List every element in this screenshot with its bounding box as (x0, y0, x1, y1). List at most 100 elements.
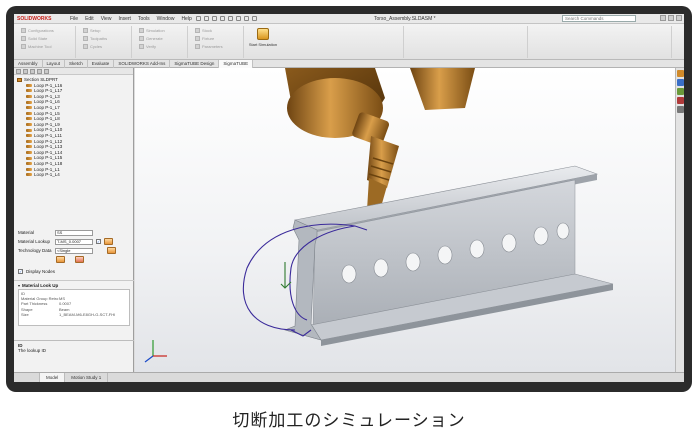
ribbon-group-2: Setup Toolpaths Cycles (80, 26, 132, 58)
ribbon-button[interactable]: Parameters (195, 43, 243, 50)
ribbon-button[interactable]: Solid State (21, 35, 75, 42)
dim-expert-icon[interactable] (37, 69, 42, 74)
lookup-checkbox[interactable]: ✓ (96, 239, 101, 244)
tree-item[interactable]: Loop P-1_L4 (17, 172, 130, 178)
menu-help[interactable]: Help (181, 16, 191, 22)
tab-addins[interactable]: SOLIDWORKS Add-Ins (114, 60, 171, 68)
nav-arrows[interactable] (14, 373, 40, 382)
menu-edit[interactable]: Edit (85, 16, 94, 22)
app-window: SOLIDWORKS File Edit View Insert Tools W… (14, 14, 684, 382)
display-nodes-checkbox[interactable]: ✓ (18, 269, 23, 274)
view-palette-icon[interactable] (677, 97, 684, 104)
technology-button[interactable] (107, 247, 116, 254)
appearances-icon[interactable] (677, 106, 684, 113)
tab-model[interactable]: Model (40, 373, 66, 382)
apply-button[interactable] (56, 256, 65, 263)
ribbon-group-6 (408, 26, 528, 58)
design-library-icon[interactable] (677, 79, 684, 86)
ribbon-button[interactable]: Machine Tool (21, 43, 75, 50)
document-title: Torso_Assembly.SLDASM * (374, 16, 436, 22)
monitor-frame: SOLIDWORKS File Edit View Insert Tools W… (6, 6, 692, 392)
loop-icon (26, 111, 32, 115)
tab-layout[interactable]: Layout (43, 60, 66, 68)
feature-tree-icon[interactable] (16, 69, 21, 74)
material-row: Material SS (14, 228, 134, 237)
cycle-icon (83, 44, 88, 49)
resources-icon[interactable] (677, 70, 684, 77)
tab-motion-study[interactable]: Motion Study 1 (65, 373, 109, 382)
display-manager-icon[interactable] (44, 69, 49, 74)
open-file-icon[interactable] (204, 16, 209, 21)
options-icon[interactable] (252, 16, 257, 21)
menu-insert[interactable]: Insert (118, 16, 131, 22)
ribbon-button[interactable]: Cycles (83, 43, 131, 50)
property-manager-icon[interactable] (23, 69, 28, 74)
new-file-icon[interactable] (196, 16, 201, 21)
loop-icon (26, 117, 32, 121)
toolpath-icon (83, 36, 88, 41)
solid-icon (21, 36, 26, 41)
lookup-header[interactable]: ▾ Material Look Up (14, 281, 134, 289)
rebuild-icon[interactable] (244, 16, 249, 21)
print-icon[interactable] (220, 16, 225, 21)
tab-sketch[interactable]: Sketch (65, 60, 88, 68)
tab-evaluate[interactable]: Evaluate (88, 60, 115, 68)
material-lookup-section: ▾ Material Look Up ID Material Group Retr… (14, 280, 134, 326)
menu-view[interactable]: View (101, 16, 112, 22)
ribbon-button[interactable]: Fixture (195, 35, 243, 42)
ribbon-button[interactable]: Stock (195, 27, 243, 34)
loop-icon (26, 156, 32, 160)
fixture-icon (195, 36, 200, 41)
ribbon-button[interactable]: Simulation (139, 27, 187, 34)
save-icon[interactable] (212, 16, 217, 21)
stock-icon (195, 28, 200, 33)
loop-icon (26, 134, 32, 138)
ribbon-button[interactable]: Configurations (21, 27, 75, 34)
menu-window[interactable]: Window (157, 16, 175, 22)
undo-icon[interactable] (228, 16, 233, 21)
graphics-viewport[interactable] (135, 68, 675, 372)
loop-icon (26, 83, 32, 87)
technology-row: Technology Data <Single (14, 246, 134, 255)
material-lookup-field[interactable]: T-MS_0.0007 (55, 238, 93, 245)
loop-icon (26, 139, 32, 143)
command-tabs: Assembly Layout Sketch Evaluate SOLIDWOR… (14, 60, 684, 68)
verify-icon (139, 44, 144, 49)
ribbon-group-5 (284, 26, 404, 58)
close-icon[interactable] (676, 15, 682, 21)
menu-tools[interactable]: Tools (138, 16, 150, 22)
menu-file[interactable]: File (70, 16, 78, 22)
delete-button[interactable] (75, 256, 84, 263)
ribbon-button[interactable]: Generate (139, 35, 187, 42)
loop-icon (26, 89, 32, 93)
command-ribbon: Configurations Solid State Machine Tool … (14, 24, 684, 60)
maximize-icon[interactable] (668, 15, 674, 21)
material-field[interactable]: SS (55, 229, 93, 236)
loop-icon (26, 167, 32, 171)
technology-field[interactable]: <Single (55, 247, 93, 254)
task-pane-tabs (675, 68, 684, 372)
ribbon-button[interactable]: Verify (139, 43, 187, 50)
lookup-button[interactable] (104, 238, 113, 245)
simulation-play-icon (257, 28, 269, 40)
lookup-row: Size 1_BEAM-M6-E8GH-G-SCT-FHI (21, 311, 116, 317)
tab-assembly[interactable]: Assembly (14, 60, 43, 68)
file-explorer-icon[interactable] (677, 88, 684, 95)
start-simulation-button[interactable]: Start Simulation (248, 26, 278, 56)
tree-items: Loop P-1_L16 Loop P-1_L17 Loop P-1_L3 Loop … (17, 83, 130, 178)
loop-icon (26, 162, 32, 166)
select-icon[interactable] (236, 16, 241, 21)
loop-icon (26, 173, 32, 177)
ribbon-button[interactable]: Setup (83, 27, 131, 34)
search-commands-input[interactable]: Search Commands (562, 15, 636, 22)
generate-icon (139, 36, 144, 41)
ribbon-button[interactable]: Toolpaths (83, 35, 131, 42)
app-logo: SOLIDWORKS (17, 16, 52, 22)
config-manager-icon[interactable] (30, 69, 35, 74)
tab-sigmatube-design[interactable]: SigmaTUBE Design (170, 60, 220, 68)
loop-icon (26, 95, 32, 99)
tab-sigmatube[interactable]: SigmaTUBE (219, 60, 254, 68)
minimize-icon[interactable] (660, 15, 666, 21)
quick-access-toolbar (196, 16, 257, 21)
loop-icon (26, 123, 32, 127)
